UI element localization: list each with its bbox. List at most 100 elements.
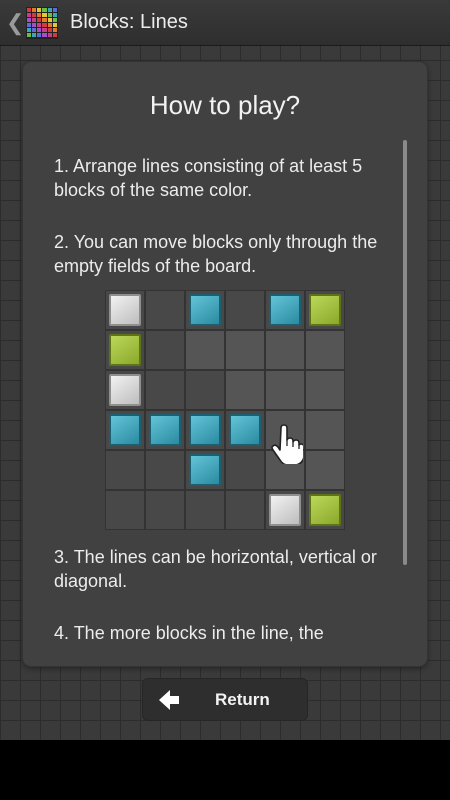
board-cell: [105, 290, 145, 330]
icon-tile: [37, 22, 42, 28]
hand-pointer-icon: [271, 424, 303, 464]
board-cell: [145, 330, 185, 370]
white-block: [269, 494, 301, 526]
board-cell: [305, 290, 345, 330]
board-cell: [105, 410, 145, 450]
board-cell: [185, 370, 225, 410]
rule-1: 1. Arrange lines consisting of at least …: [54, 156, 363, 200]
icon-tile: [47, 12, 52, 17]
board-cell: [185, 410, 225, 450]
green-block: [309, 294, 341, 326]
page-title: Blocks: Lines: [70, 11, 188, 33]
green-block: [109, 334, 141, 366]
board-cell: [225, 410, 265, 450]
icon-tile: [42, 28, 47, 33]
icon-tile: [37, 7, 42, 12]
icon-tile: [47, 22, 52, 28]
icon-tile: [37, 33, 42, 38]
help-heading: How to play?: [149, 90, 301, 120]
icon-tile: [47, 17, 52, 22]
board-cell: [185, 330, 225, 370]
action-bar: ❮ Blocks: Lines: [0, 0, 450, 46]
board-cell: [225, 450, 265, 490]
board-cell: [185, 450, 225, 490]
icon-tile: [47, 28, 52, 33]
icon-tile: [42, 17, 47, 22]
icon-tile: [52, 22, 57, 28]
icon-tile: [27, 22, 32, 28]
blue-block: [189, 454, 221, 486]
icon-tile: [32, 7, 37, 12]
icon-tile: [27, 12, 32, 17]
blue-block: [269, 294, 301, 326]
icon-tile: [37, 28, 42, 33]
board-cell: [145, 410, 185, 450]
board-cell: [225, 370, 265, 410]
blue-block: [189, 414, 221, 446]
board-cell: [305, 490, 345, 530]
rule-4: 4. The more blocks in the line, the: [54, 623, 324, 643]
icon-tile: [47, 33, 52, 38]
icon-tile: [52, 33, 57, 38]
icon-tile: [32, 28, 37, 33]
blue-block: [229, 414, 261, 446]
icon-tile: [52, 17, 57, 22]
board-cell: [145, 490, 185, 530]
icon-tile: [52, 7, 57, 12]
board-cell: [145, 290, 185, 330]
chevron-left-icon[interactable]: ❮: [6, 11, 24, 34]
rule-2: 2. You can move blocks only through the …: [54, 232, 378, 276]
board-cell: [305, 410, 345, 450]
icon-tile: [42, 22, 47, 28]
blue-block: [109, 414, 141, 446]
icon-tile: [27, 17, 32, 22]
icon-tile: [47, 7, 52, 12]
icon-tile: [37, 12, 42, 17]
app-screen: ❮ Blocks: Lines How to play? 1. Arrange …: [0, 0, 450, 740]
board-cell: [265, 290, 305, 330]
board-cell: [265, 370, 305, 410]
return-button[interactable]: Return: [142, 678, 308, 721]
help-panel: How to play? 1. Arrange lines consisting…: [23, 62, 427, 666]
board-cell: [105, 370, 145, 410]
icon-tile: [37, 17, 42, 22]
board-cell: [105, 330, 145, 370]
white-block: [109, 374, 141, 406]
blocks-grid-icon[interactable]: [26, 6, 58, 39]
icon-tile: [27, 7, 32, 12]
board-cell: [105, 490, 145, 530]
board-cell: [265, 490, 305, 530]
icon-tile: [32, 22, 37, 28]
icon-tile: [52, 28, 57, 33]
board-cell: [265, 330, 305, 370]
rule-3: 3. The lines can be horizontal, vertical…: [54, 547, 377, 591]
icon-tile: [27, 33, 32, 38]
board-cell: [305, 330, 345, 370]
icon-tile: [52, 12, 57, 17]
icon-tile: [42, 12, 47, 17]
board-cell: [145, 450, 185, 490]
return-label: Return: [215, 689, 270, 709]
green-block: [309, 494, 341, 526]
icon-tile: [42, 33, 47, 38]
scrollbar[interactable]: [403, 140, 407, 565]
board-cell: [225, 490, 265, 530]
icon-tile: [32, 12, 37, 17]
blue-block: [189, 294, 221, 326]
blue-block: [149, 414, 181, 446]
board-cell: [145, 370, 185, 410]
board-cell: [185, 290, 225, 330]
arrow-left-icon: [159, 689, 179, 710]
icon-tile: [32, 33, 37, 38]
board-cell: [305, 370, 345, 410]
icon-tile: [42, 7, 47, 12]
board-cell: [225, 330, 265, 370]
board-cell: [185, 490, 225, 530]
icon-tile: [32, 17, 37, 22]
board-cell: [105, 450, 145, 490]
white-block: [109, 294, 141, 326]
icon-tile: [27, 28, 32, 33]
board-cell: [225, 290, 265, 330]
board-cell: [305, 450, 345, 490]
example-board: [105, 290, 345, 530]
